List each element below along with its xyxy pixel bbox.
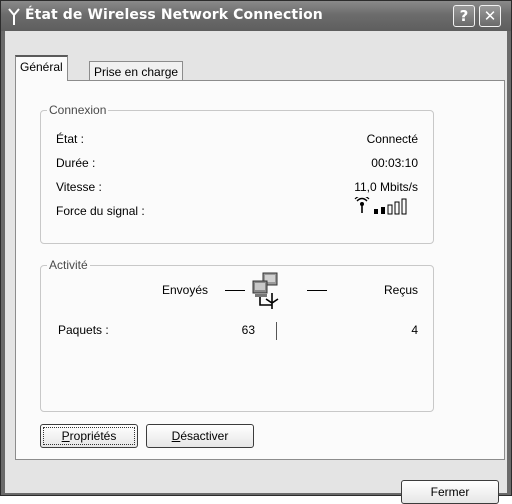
window-title: État de Wireless Network Connection <box>25 7 323 23</box>
received-label: Reçus <box>383 283 418 297</box>
title-bar[interactable]: État de Wireless Network Connection ? ✕ <box>1 1 511 31</box>
close-window-button[interactable]: ✕ <box>479 5 501 27</box>
packets-sent-value: 63 <box>241 323 255 337</box>
received-line <box>307 290 327 291</box>
antenna-icon <box>8 8 20 25</box>
help-button[interactable]: ? <box>453 5 475 27</box>
status-value: Connecté <box>366 132 418 146</box>
sent-label: Envoyés <box>162 283 209 297</box>
help-icon: ? <box>459 7 469 25</box>
network-computers-icon <box>252 272 279 309</box>
disable-button[interactable]: Désactiver <box>146 424 254 448</box>
properties-button[interactable]: Propriétés <box>40 424 138 448</box>
status-label: État : <box>56 132 85 146</box>
signal-strength-label: Force du signal : <box>56 204 145 218</box>
packets-divider <box>276 322 277 340</box>
close-icon: ✕ <box>483 7 497 25</box>
tab-general[interactable]: Général <box>15 55 68 81</box>
connection-group-label: Connexion <box>47 103 109 117</box>
close-button[interactable]: Fermer <box>401 480 499 504</box>
speed-value: 11,0 Mbits/s <box>354 180 418 194</box>
sent-line <box>225 290 245 291</box>
duration-value: 00:03:10 <box>371 156 418 170</box>
packets-label: Paquets : <box>58 323 109 337</box>
speed-label: Vitesse : <box>56 180 102 194</box>
activity-group: Activité Envoyés Reçus Paquets : 63 4 <box>40 258 434 412</box>
packets-received-value: 4 <box>411 323 418 337</box>
activity-group-label: Activité <box>47 258 90 272</box>
wireless-signal-icon <box>354 197 407 215</box>
dialog-client-area: Général Prise en charge Connexion État :… <box>5 31 507 504</box>
dialog-window: État de Wireless Network Connection ? ✕ … <box>0 0 512 504</box>
tab-panel-general: Connexion État : Connecté Durée : 00:03:… <box>15 80 505 460</box>
duration-label: Durée : <box>56 156 96 170</box>
connection-group: Connexion État : Connecté Durée : 00:03:… <box>40 103 434 244</box>
